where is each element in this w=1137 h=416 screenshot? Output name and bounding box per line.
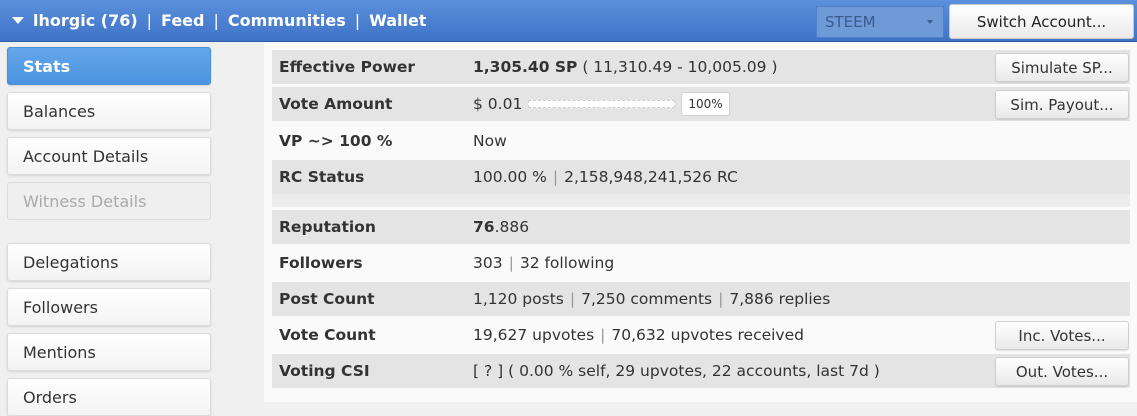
posts-count: 1,120 posts [473,290,564,308]
sidebar-item-stats[interactable]: Stats [7,47,211,85]
voting-csi-value: [ ? ] ( 0.00 % self, 29 upvotes, 22 acco… [473,362,880,380]
rc-percent: 100.00 % [473,168,547,186]
vote-amount-row: Vote Amount $ 0.01 100% Sim. Payout... [272,87,1130,121]
sim-payout-button[interactable]: Sim. Payout... [995,90,1129,119]
vote-amount-value: $ 0.01 [473,95,523,113]
vp-label: VP ~> 100 % [279,132,393,150]
value-separator: | [508,254,514,272]
reputation-dec: .886 [494,218,530,236]
section-divider [272,194,1130,207]
nav-wallet-link[interactable]: Wallet [369,11,426,30]
vp-value: Now [473,132,507,150]
top-bar: lhorgic (76) | Feed | Communities | Wall… [0,0,1137,42]
stats-panel: Effective Power 1,305.40 SP ( 11,310.49 … [264,42,1137,402]
vote-weight-percent[interactable]: 100% [681,92,730,116]
post-count-row: Post Count 1,120 posts | 7,250 comments | 7,… [272,282,1130,316]
nav-separator: | [354,11,361,30]
chain-select[interactable]: STEEM [816,6,944,38]
upvotes-received-count: 70,632 upvotes received [611,326,804,344]
sidebar-item-account-details[interactable]: Account Details [7,137,211,175]
effective-power-row: Effective Power 1,305.40 SP ( 11,310.49 … [272,50,1130,84]
rc-status-row: RC Status 100.00 % | 2,158,948,241,526 RC [272,160,1130,194]
outgoing-votes-button[interactable]: Out. Votes... [995,357,1129,386]
top-nav: lhorgic (76) | Feed | Communities | Wall… [12,0,426,41]
sidebar-item-followers[interactable]: Followers [7,288,211,326]
sidebar-item-balances[interactable]: Balances [7,92,211,130]
voting-csi-label: Voting CSI [279,362,370,380]
sidebar-item-delegations[interactable]: Delegations [7,243,211,281]
sidebar-item-witness-details: Witness Details [7,182,211,220]
vote-count-value: 19,627 upvotes | 70,632 upvotes received [473,326,804,344]
nav-separator: | [213,11,219,30]
post-count-value: 1,120 posts | 7,250 comments | 7,886 replies [473,290,830,308]
rc-status-value: 100.00 % | 2,158,948,241,526 RC [473,168,738,186]
value-separator: | [569,290,576,308]
select-arrow-icon [927,20,933,24]
caret-down-icon[interactable] [12,17,24,24]
switch-account-button[interactable]: Switch Account... [949,4,1134,39]
value-separator: | [600,326,606,344]
vp-row: VP ~> 100 % Now [272,124,1130,158]
following-count: 32 following [519,254,615,272]
sidebar: Stats Balances Account Details Witness D… [0,42,220,416]
vote-count-row: Vote Count 19,627 upvotes | 70,632 upvotes… [272,318,1130,352]
reputation-row: Reputation 76.886 [272,210,1130,244]
effective-power-detail: ( 11,310.49 - 10,005.09 ) [577,58,778,76]
nav-feed-link[interactable]: Feed [161,11,204,30]
replies-count: 7,886 replies [729,290,831,308]
upvotes-count: 19,627 upvotes [473,326,595,344]
sidebar-item-orders[interactable]: Orders [7,378,211,416]
simulate-sp-button[interactable]: Simulate SP... [995,53,1129,82]
vote-weight-slider[interactable] [528,100,675,108]
incoming-votes-button[interactable]: Inc. Votes... [995,321,1129,350]
nav-communities-link[interactable]: Communities [228,11,346,30]
value-separator: | [718,290,724,308]
account-name-link[interactable]: lhorgic (76) [33,11,138,30]
followers-row: Followers 303 | 32 following [272,246,1130,280]
post-count-label: Post Count [279,290,375,308]
rc-status-label: RC Status [279,168,365,186]
sidebar-item-mentions[interactable]: Mentions [7,333,211,371]
reputation-label: Reputation [279,218,376,236]
effective-power-sp: 1,305.40 SP [473,58,578,76]
reputation-int: 76 [473,218,495,236]
comments-count: 7,250 comments [581,290,713,308]
followers-label: Followers [279,254,363,272]
reputation-value: 76.886 [473,218,529,236]
voting-csi-row: Voting CSI [ ? ] ( 0.00 % self, 29 upvot… [272,354,1130,388]
vote-count-label: Vote Count [279,326,376,344]
rc-amount: 2,158,948,241,526 RC [564,168,738,186]
chain-select-value: STEEM [825,13,876,31]
effective-power-label: Effective Power [279,58,416,76]
followers-value: 303 | 32 following [473,254,614,272]
nav-separator: | [146,11,153,30]
value-separator: | [552,168,559,186]
effective-power-value: 1,305.40 SP ( 11,310.49 - 10,005.09 ) [473,58,778,76]
vote-amount-label: Vote Amount [279,95,393,113]
followers-count: 303 [473,254,503,272]
